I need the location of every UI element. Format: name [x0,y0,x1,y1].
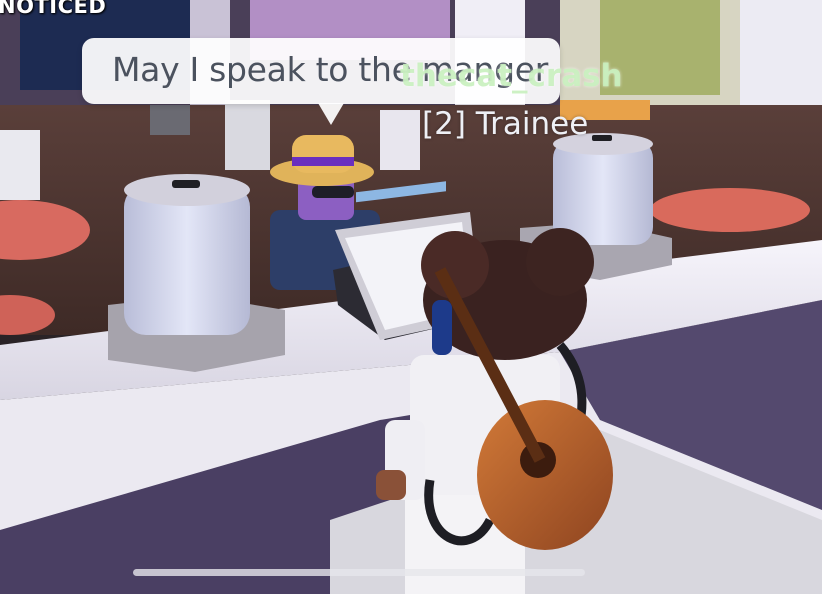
bench-left [0,130,40,200]
player-username: thecat_crash [400,58,623,94]
chair-mid [225,100,270,170]
player-hair-bun-right [526,228,594,296]
npc-hat-band [292,157,354,166]
npc-glasses [312,186,354,198]
home-indicator[interactable] [133,569,585,576]
rug-right [650,188,810,232]
chair-left [150,105,190,135]
headphones [432,300,452,355]
noticed-overlay-text: NOTICED [0,0,107,18]
chat-bubble-tail [318,103,344,125]
player-rank: [2] Trainee [422,106,589,142]
tip-jar-left-body [124,185,250,335]
chair-right [380,110,420,170]
tip-jar-right-slot [592,135,612,141]
game-viewport[interactable]: NOTICED May I speak to the manger thecat… [0,0,822,594]
tip-jar-left-lid [124,174,250,206]
player-hand [376,470,406,500]
npc-hat-crown [292,135,354,173]
tip-jar-left-slot [172,180,200,188]
